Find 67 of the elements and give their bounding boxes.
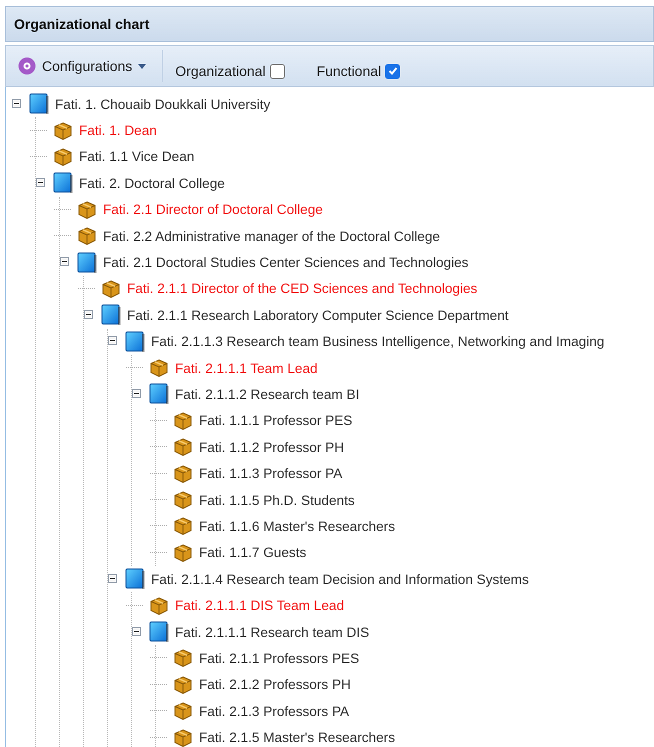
tree-item[interactable]: Fati. 2.1.1 Research Laboratory Computer Science Department [127, 308, 509, 323]
tree-item[interactable]: Fati. 2.1.5 Master's Researchers [199, 730, 396, 746]
box-icon [173, 516, 193, 536]
collapse-toggle[interactable] [108, 336, 119, 348]
tree-item[interactable]: Fati. 1.1.5 Ph.D. Students [199, 492, 355, 508]
collapse-toggle[interactable] [108, 574, 119, 585]
collapse-toggle[interactable] [60, 257, 71, 268]
tree-item[interactable]: Fati. 2.1.2 Professors PH [199, 677, 351, 692]
checkbox[interactable] [270, 64, 285, 78]
box-icon [149, 596, 169, 616]
box-icon [173, 648, 193, 668]
box-icon [77, 226, 97, 246]
tree-item[interactable]: Fati. 2.1.1.3 Research team Business Intelligence, Networking and Imaging [151, 334, 604, 350]
checkbox[interactable] [385, 64, 400, 78]
tree-item[interactable]: Fati. 2.2 Administrative manager of the Doctoral College [103, 228, 440, 244]
collapse-toggle[interactable] [36, 178, 47, 189]
tree-item[interactable]: Fati. 2.1.1.1 Team Lead [175, 360, 318, 376]
panel-title: Organizational chart [14, 16, 150, 32]
tree-item[interactable]: Fati. 2.1.1.1 Research team DIS [175, 624, 370, 640]
tree-item[interactable]: Fati. 1.1.2 Professor PH [199, 440, 344, 455]
tree-item[interactable]: Fati. 1. Dean [79, 123, 157, 138]
square-icon [101, 304, 121, 326]
square-icon [77, 252, 97, 274]
tree-item[interactable]: Fati. 2.1 Doctoral Studies Center Sciences and Technologies [103, 255, 468, 270]
tree-item[interactable]: Fati. 2.1.1 Director of the CED Sciences and Technologies [127, 281, 478, 296]
tree-item[interactable]: Fati. 1.1.1 Professor PES [199, 413, 352, 428]
tree-item[interactable]: Fati. 1. Chouaib Doukkali University [55, 96, 270, 112]
square-icon [29, 93, 49, 116]
square-icon [125, 330, 145, 353]
box-icon [173, 437, 193, 458]
box-icon [173, 410, 193, 431]
tree-item[interactable]: Fati. 2.1.1.2 Research team BI [175, 386, 360, 402]
box-icon [173, 728, 193, 747]
tree-item[interactable]: Fati. 1.1 Vice Dean [79, 149, 194, 164]
box-icon [173, 464, 193, 484]
tree-item[interactable]: Fati. 2.1.1.4 Research team Decision and Information Systems [151, 572, 529, 587]
tree-item[interactable]: Fati. 2. Doctoral College [79, 176, 225, 191]
square-icon [149, 621, 169, 643]
box-icon [101, 278, 121, 299]
collapse-toggle[interactable] [132, 626, 143, 638]
tree-item[interactable]: Fati. 2.1.1.1 DIS Team Lead [175, 598, 344, 614]
box-icon [173, 490, 193, 510]
box-icon [53, 146, 73, 167]
collapse-toggle[interactable] [84, 310, 95, 321]
square-icon [125, 568, 145, 590]
square-icon [149, 383, 169, 406]
settings-icon [18, 57, 36, 75]
checkmark-icon [388, 66, 398, 76]
checkbox-label: Functional [316, 63, 382, 79]
box-icon [77, 200, 97, 220]
caret-icon [138, 64, 146, 68]
tree-item[interactable]: Fati. 1.1.7 Guests [199, 545, 306, 560]
box-icon [173, 674, 193, 695]
tree-item[interactable]: Fati. 1.1.6 Master's Researchers [199, 518, 396, 534]
square-icon [53, 172, 73, 194]
tree-item[interactable]: Fati. 2.1 Director of Doctoral College [103, 202, 323, 218]
configurations-menu-button[interactable]: Configurations [14, 55, 150, 77]
tree-item[interactable]: Fati. 1.1.3 Professor PA [199, 466, 342, 482]
collapse-toggle[interactable] [12, 98, 23, 110]
tree-item[interactable]: Fati. 2.1.1 Professors PES [199, 650, 360, 666]
tree-item[interactable]: Fati. 2.1.3 Professors PA [199, 704, 350, 719]
checkbox-label: Organizational [175, 63, 266, 79]
box-icon [173, 701, 193, 722]
collapse-toggle[interactable] [132, 388, 143, 400]
box-icon [149, 358, 169, 378]
box-icon [53, 120, 73, 141]
box-icon [173, 542, 193, 563]
